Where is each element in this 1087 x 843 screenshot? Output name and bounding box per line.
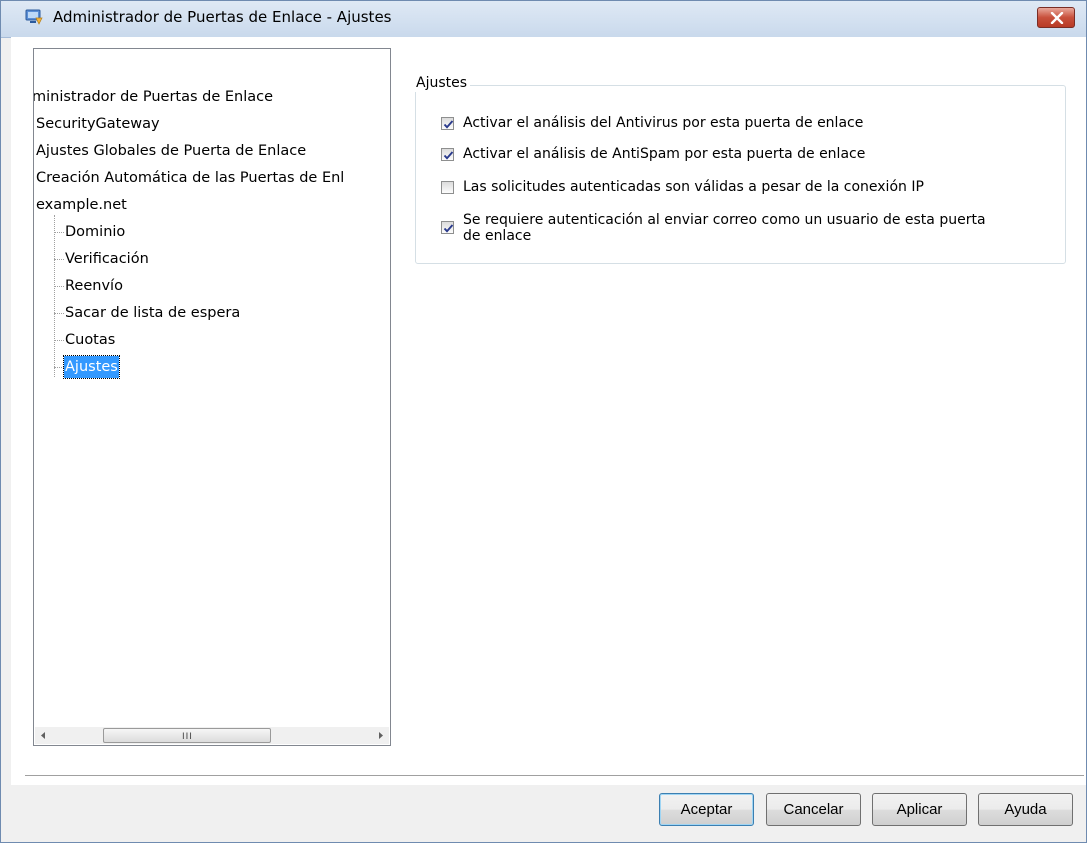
tree-item-gateway-manager[interactable]: ministrador de Puertas de Enlace xyxy=(34,86,273,108)
close-icon xyxy=(1050,12,1064,24)
scroll-left-button[interactable] xyxy=(35,727,52,744)
help-button[interactable]: Ayuda xyxy=(978,793,1073,826)
horizontal-scrollbar[interactable]: III xyxy=(35,727,389,744)
tree-connector xyxy=(54,286,64,287)
tree-item-verificacion[interactable]: Verificación xyxy=(65,248,149,270)
antispam-option-label: Activar el análisis de AntiSpam por esta… xyxy=(463,146,866,162)
tree-item-global-settings[interactable]: Ajustes Globales de Puerta de Enlace xyxy=(36,140,306,162)
settings-group-title: Ajustes xyxy=(415,74,471,92)
tree-connector xyxy=(54,313,64,314)
tree-item-example-net[interactable]: example.net xyxy=(36,194,127,216)
arrow-right-icon xyxy=(379,732,383,739)
tree-item-ajustes[interactable]: Ajustes xyxy=(63,355,120,379)
scrollbar-grip: III xyxy=(182,732,193,742)
tree-connector xyxy=(54,259,64,260)
gateway-app-icon xyxy=(25,9,43,25)
tree-item-auto-creation[interactable]: Creación Automática de las Puertas de En… xyxy=(36,167,344,189)
tree-item-securitygateway[interactable]: SecurityGateway xyxy=(36,113,160,135)
tree-item-cuotas[interactable]: Cuotas xyxy=(65,329,115,351)
tree-item-sacar-lista-espera[interactable]: Sacar de lista de espera xyxy=(65,302,240,324)
title-bar: Administrador de Puertas de Enlace - Aju… xyxy=(1,1,1086,38)
footer-divider xyxy=(25,775,1084,777)
window-title: Administrador de Puertas de Enlace - Aju… xyxy=(53,8,392,26)
require-auth-label-line1: Se requiere autenticación al enviar corr… xyxy=(463,212,986,228)
dialog-window: Administrador de Puertas de Enlace - Aju… xyxy=(0,0,1087,843)
antivirus-option-label: Activar el análisis del Antivirus por es… xyxy=(463,115,864,131)
checkmark-icon xyxy=(443,224,454,233)
authenticated-requests-checkbox[interactable] xyxy=(441,181,454,194)
arrow-left-icon xyxy=(41,732,45,739)
checkmark-icon xyxy=(443,151,454,160)
tree-connector xyxy=(54,232,64,233)
apply-button[interactable]: Aplicar xyxy=(872,793,967,826)
cancel-button[interactable]: Cancelar xyxy=(766,793,861,826)
ok-button[interactable]: Aceptar xyxy=(659,793,754,826)
tree-item-reenvio[interactable]: Reenvío xyxy=(65,275,123,297)
close-button[interactable] xyxy=(1037,7,1075,28)
tree-connector xyxy=(54,367,64,368)
require-auth-label-line2: de enlace xyxy=(463,228,532,244)
scroll-right-button[interactable] xyxy=(372,727,389,744)
tree-connector-line xyxy=(54,215,55,377)
require-auth-checkbox[interactable] xyxy=(441,221,454,234)
antispam-checkbox[interactable] xyxy=(441,148,454,161)
tree-connector xyxy=(54,340,64,341)
scrollbar-thumb[interactable]: III xyxy=(103,728,271,743)
antivirus-checkbox[interactable] xyxy=(441,117,454,130)
tree-item-dominio[interactable]: Dominio xyxy=(65,221,125,243)
navigation-tree: ministrador de Puertas de Enlace Securit… xyxy=(33,48,391,746)
authenticated-requests-label: Las solicitudes autenticadas son válidas… xyxy=(463,179,924,195)
checkmark-icon xyxy=(443,120,454,129)
